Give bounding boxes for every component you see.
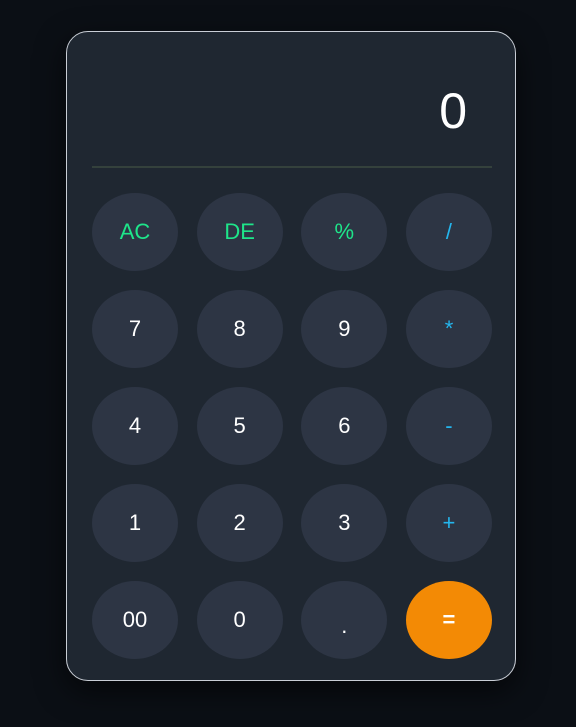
- digit-5-button-label: 5: [233, 413, 246, 438]
- display: 0: [92, 32, 492, 168]
- digit-1-button[interactable]: 1: [92, 484, 178, 562]
- keypad: AC DE%/7 8 9 * 4 5 6-1 2 3 +00 0. =: [92, 193, 492, 659]
- digit-2-button-label: 2: [233, 510, 246, 535]
- multiply-button-label: *: [444, 316, 454, 341]
- digit-0-button-label: 0: [233, 607, 246, 632]
- digit-4-button-label: 4: [128, 413, 142, 438]
- multiply-button[interactable]: *: [405, 290, 492, 368]
- percent-button-label: %: [334, 219, 355, 244]
- equals-button[interactable]: =: [405, 581, 492, 659]
- digit-7-button[interactable]: 7: [92, 290, 178, 368]
- digit-0-button[interactable]: 0: [196, 581, 283, 659]
- digit-1-button-label: 1: [128, 510, 142, 535]
- clear-all-button-label: AC: [119, 219, 151, 244]
- digit-4-button[interactable]: 4: [92, 387, 178, 465]
- digit-9-button[interactable]: 9: [301, 290, 388, 368]
- digit-9-button-label: 9: [338, 316, 351, 341]
- digit-6-button[interactable]: 6: [301, 387, 388, 465]
- divide-button[interactable]: /: [405, 193, 492, 271]
- equals-button-label: =: [442, 607, 456, 632]
- digit-7-button-label: 7: [128, 316, 142, 341]
- decimal-button[interactable]: .: [301, 581, 388, 659]
- digit-8-button[interactable]: 8: [196, 290, 283, 368]
- add-button-label: +: [442, 510, 456, 535]
- subtract-button-label: -: [445, 413, 453, 438]
- digit-5-button[interactable]: 5: [196, 387, 283, 465]
- add-button[interactable]: +: [405, 484, 492, 562]
- clear-all-button[interactable]: AC: [92, 193, 178, 271]
- double-zero-button[interactable]: 00: [92, 581, 178, 659]
- double-zero-button-label: 00: [122, 607, 148, 632]
- digit-3-button-label: 3: [338, 510, 351, 535]
- display-value: 0: [439, 83, 467, 139]
- digit-6-button-label: 6: [338, 413, 351, 438]
- digit-2-button[interactable]: 2: [196, 484, 283, 562]
- delete-button-label: DE: [224, 219, 255, 244]
- subtract-button[interactable]: -: [405, 387, 492, 465]
- digit-3-button[interactable]: 3: [301, 484, 388, 562]
- divide-button-label: /: [445, 219, 453, 244]
- decimal-button-label: .: [341, 613, 348, 638]
- calculator-panel: 0 AC DE%/7 8 9 * 4 5 6-1 2 3 +00 0. =: [66, 31, 516, 681]
- digit-8-button-label: 8: [233, 316, 246, 341]
- percent-button[interactable]: %: [301, 193, 388, 271]
- delete-button[interactable]: DE: [196, 193, 283, 271]
